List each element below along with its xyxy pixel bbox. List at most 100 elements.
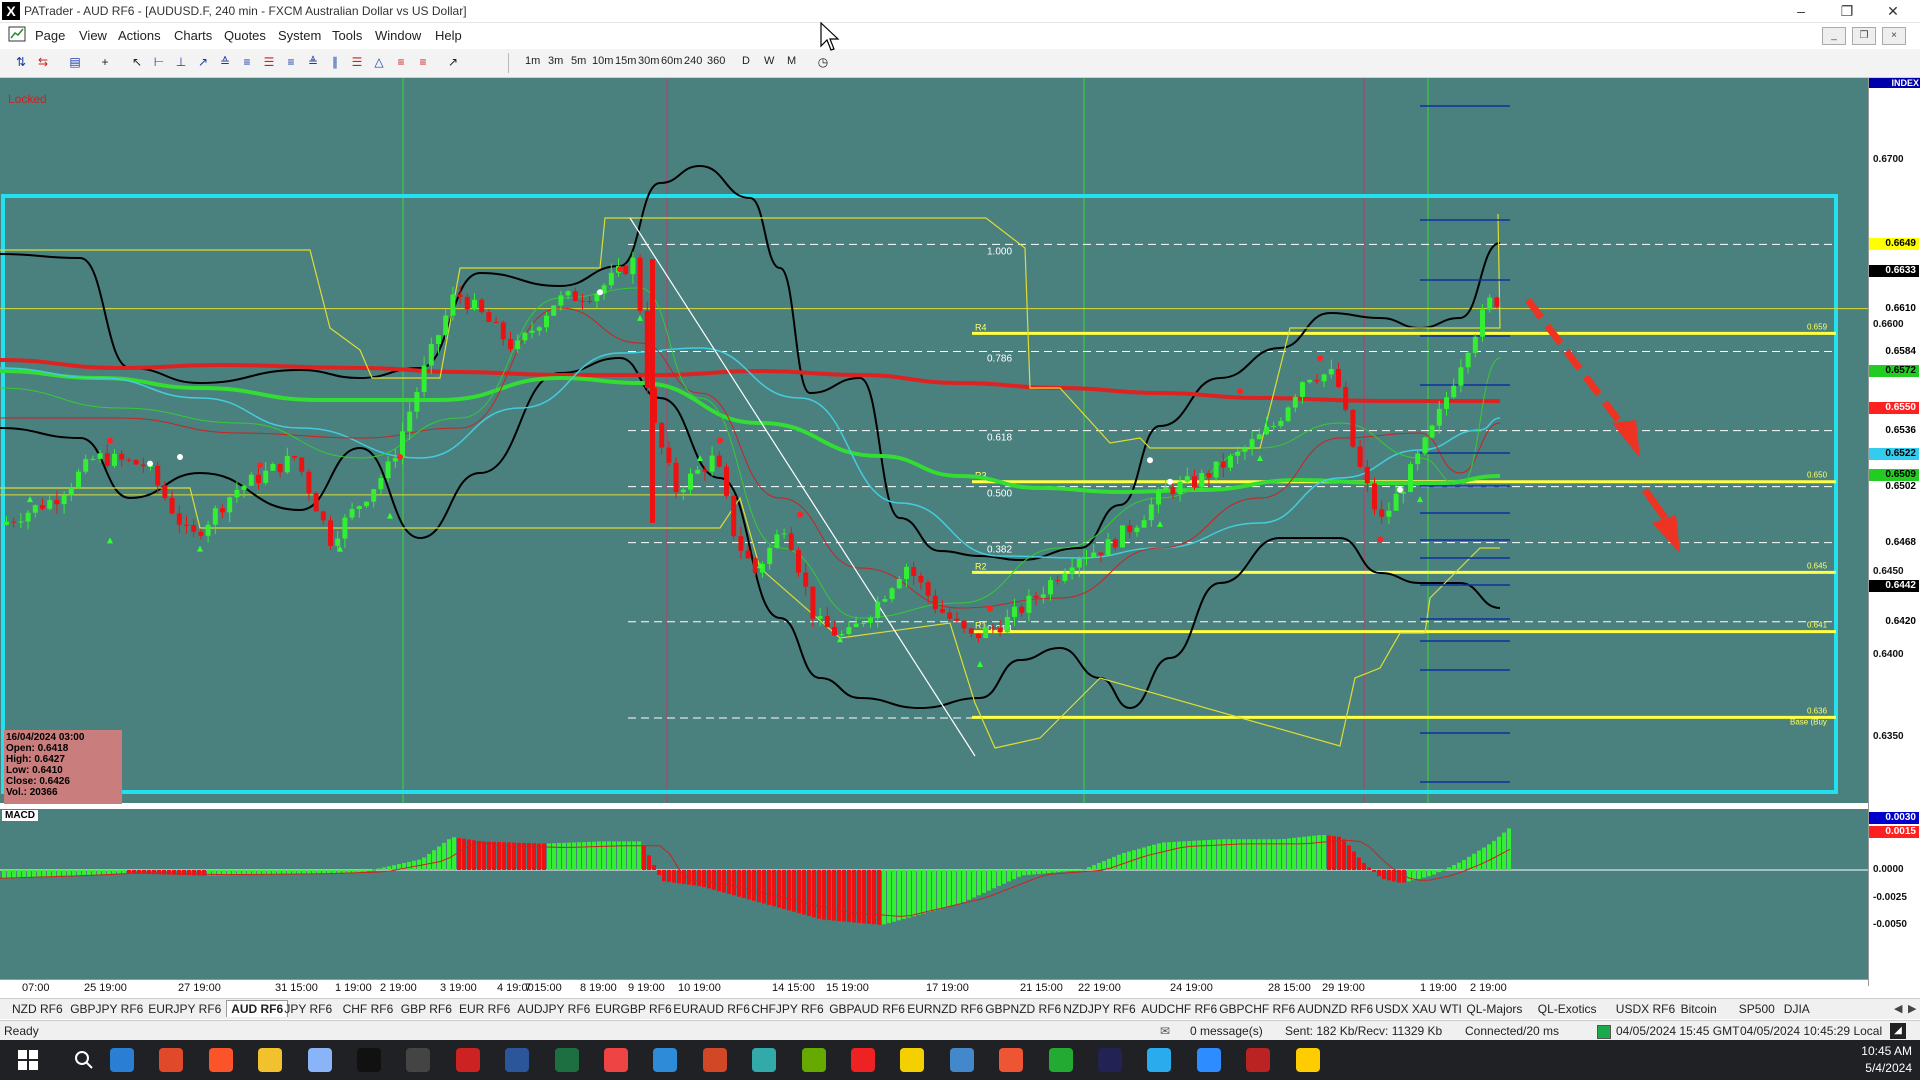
indicator-icon[interactable]: ↗ [444, 54, 462, 70]
time-axis[interactable]: 07:00 25 19:00 27 19:00 31 15:00 1 19:00 2 19… [0, 979, 1868, 996]
buy-sell-icon[interactable]: ⇅ [12, 54, 30, 70]
cycle-lines-icon[interactable]: ∥ [326, 54, 344, 70]
minimize-icon[interactable]: – [1778, 0, 1824, 22]
s-app-icon[interactable] [653, 1048, 678, 1072]
symbol-tab[interactable]: NZDJPY RF6 [1063, 1002, 1135, 1016]
mdi-close-icon[interactable]: × [1882, 27, 1906, 45]
symbol-tab[interactable]: DJIA [1784, 1002, 1810, 1016]
powerpoint-icon[interactable] [702, 1048, 727, 1072]
menu-actions[interactable]: Actions [118, 28, 161, 43]
menu-charts[interactable]: Charts [174, 28, 212, 43]
red-app-icon[interactable] [851, 1048, 875, 1072]
thunderbird-icon[interactable] [110, 1048, 134, 1072]
notepad-icon[interactable] [307, 1048, 332, 1072]
menu-help[interactable]: Help [435, 28, 462, 43]
status-messages[interactable]: 0 message(s) [1190, 1024, 1263, 1038]
price-chart[interactable]: 1.0000.7860.6180.5000.3820.214R40.659R30… [0, 78, 1868, 803]
timeframe-240[interactable]: 240 [684, 55, 702, 67]
symbol-tab[interactable]: GBP RF6 [401, 1002, 452, 1016]
vertical-line-icon[interactable]: ⊥ [172, 54, 190, 70]
timeframe-daily[interactable]: D [742, 55, 750, 67]
fibonacci-icon[interactable]: ☰ [260, 54, 278, 70]
symbol-tab[interactable]: GBPNZD RF6 [985, 1002, 1061, 1016]
symbol-tab[interactable]: USDX RF6 [1616, 1002, 1675, 1016]
quantower-icon[interactable] [1098, 1048, 1122, 1072]
horizontal-line-icon[interactable]: ⊢ [150, 54, 168, 70]
parallel-lines-icon[interactable]: ≡ [238, 54, 256, 70]
symbol-tab[interactable]: NZD RF6 [12, 1002, 63, 1016]
triangle-icon[interactable]: △ [370, 54, 388, 70]
word-icon[interactable] [505, 1048, 530, 1072]
symbol-tab[interactable]: JPY RF6 [284, 1002, 332, 1016]
remote-icon[interactable] [949, 1048, 974, 1072]
symbol-tab[interactable]: EURNZD RF6 [907, 1002, 983, 1016]
close-icon[interactable]: ✕ [1870, 0, 1916, 22]
timeframe-30m[interactable]: 30m [638, 55, 659, 67]
menu-system[interactable]: System [278, 28, 321, 43]
excel-icon[interactable] [554, 1048, 579, 1072]
symbol-tab[interactable]: AUDCHF RF6 [1141, 1002, 1217, 1016]
text-tool-icon[interactable]: ≡ [392, 54, 410, 70]
trader2-icon[interactable] [1246, 1048, 1271, 1072]
symbol-tab[interactable]: SP500 [1739, 1002, 1775, 1016]
pointer-icon[interactable]: ↖ [128, 54, 146, 70]
search-icon[interactable] [72, 1048, 96, 1072]
menu-page[interactable]: Page [35, 28, 65, 43]
c-app-icon[interactable] [999, 1048, 1024, 1072]
taskbar-clock[interactable]: 10:45 AM 5/4/2024 [1861, 1043, 1912, 1077]
tab-scroll-right-icon[interactable]: ▶ [1908, 1002, 1916, 1015]
macd-panel[interactable]: MACD [0, 809, 1868, 979]
windows-icon[interactable] [16, 1048, 40, 1072]
symbol-tab[interactable]: AUDNZD RF6 [1297, 1002, 1373, 1016]
crosshair-icon[interactable]: + [96, 54, 114, 70]
menu-quotes[interactable]: Quotes [224, 28, 266, 43]
tab-scroll-left-icon[interactable]: ◀ [1894, 1002, 1902, 1015]
symbol-tab[interactable]: GBPAUD RF6 [829, 1002, 905, 1016]
timeframe-1m[interactable]: 1m [525, 55, 540, 67]
chrome-icon[interactable] [159, 1048, 184, 1072]
order-icon[interactable]: ⇆ [34, 54, 52, 70]
timeframe-360[interactable]: 360 [707, 55, 725, 67]
symbol-tab[interactable]: EURJPY RF6 [148, 1002, 221, 1016]
trader-app-icon[interactable] [455, 1048, 480, 1072]
zoom-icon[interactable] [1196, 1048, 1221, 1072]
fib-time-icon[interactable]: ☰ [348, 54, 366, 70]
symbol-tab[interactable]: GBPCHF RF6 [1219, 1002, 1295, 1016]
trend-line-icon[interactable]: ↗ [194, 54, 212, 70]
mdi-minimize-icon[interactable]: _ [1822, 27, 1846, 45]
notes-icon[interactable] [900, 1048, 925, 1072]
symbol-tab[interactable]: EUR RF6 [459, 1002, 510, 1016]
timeframe-5m[interactable]: 5m [571, 55, 586, 67]
channel-icon[interactable]: ≙ [216, 54, 234, 70]
camtasia-icon[interactable] [1048, 1048, 1073, 1072]
calculator-icon[interactable] [406, 1048, 431, 1072]
symbol-tab[interactable]: GBPJPY RF6 [70, 1002, 143, 1016]
message-icon[interactable]: ✉ [1160, 1024, 1170, 1038]
price-axis[interactable]: INDEX 0.67000.66500.66000.65500.65000.64… [1868, 78, 1920, 986]
file-explorer-icon[interactable] [258, 1048, 283, 1072]
symbol-tab[interactable]: CHFJPY RF6 [751, 1002, 823, 1016]
menu-window[interactable]: Window [375, 28, 421, 43]
clock-icon[interactable]: ◷ [814, 54, 832, 70]
symbol-tab[interactable]: Bitcoin [1681, 1002, 1717, 1016]
timeframe-monthly[interactable]: M [787, 55, 796, 67]
brave-icon[interactable] [208, 1048, 233, 1072]
timeframe-weekly[interactable]: W [764, 55, 774, 67]
chart-type-icon[interactable]: ▤ [66, 54, 84, 70]
timeframe-60m[interactable]: 60m [661, 55, 682, 67]
menu-view[interactable]: View [79, 28, 107, 43]
symbol-tab[interactable]: AUD RF6 [226, 1000, 289, 1017]
symbol-tab[interactable]: QL-Exotics [1538, 1002, 1597, 1016]
symbol-tab[interactable]: AUDJPY RF6 [517, 1002, 590, 1016]
star-app-icon[interactable] [1295, 1048, 1320, 1072]
chart-page-icon[interactable] [8, 26, 26, 42]
timeframe-15m[interactable]: 15m [615, 55, 636, 67]
symbol-tab[interactable]: CHF RF6 [343, 1002, 394, 1016]
forex-app-icon[interactable] [752, 1048, 777, 1072]
symbol-tab[interactable]: EURGBP RF6 [595, 1002, 671, 1016]
ic-markets-icon[interactable] [357, 1048, 381, 1072]
mdi-restore-icon[interactable]: ❐ [1852, 27, 1876, 45]
restore-icon[interactable]: ❐ [1824, 0, 1870, 22]
gann-fan-icon[interactable]: ≜ [304, 54, 322, 70]
telegram-icon[interactable] [1147, 1048, 1172, 1072]
